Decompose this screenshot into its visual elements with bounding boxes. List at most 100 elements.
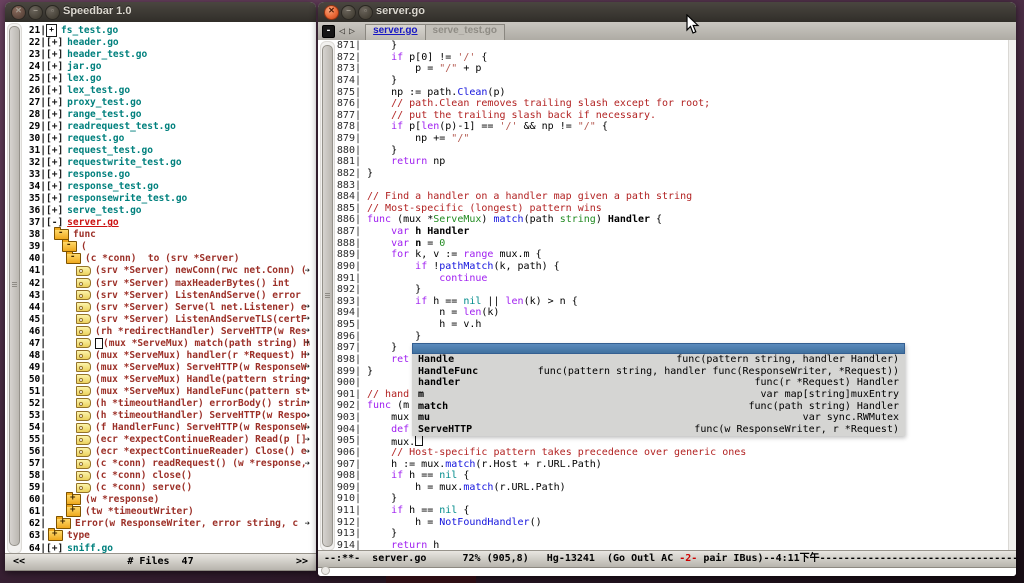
speedbar-entry[interactable]: 26|[+]lex_test.go — [22, 84, 310, 96]
autocomplete-candidate[interactable]: mvar map[string]muxEntry — [412, 389, 905, 401]
speedbar-entry-label[interactable]: (mux *ServeMux) ServeHTTP(w ResponseW — [95, 362, 307, 373]
speedbar-entry[interactable]: 30|[+]request.go — [22, 132, 310, 144]
code-line[interactable]: 872| if p[0] != '/' { — [335, 52, 1008, 64]
code-line[interactable]: 878| if p[len(p)-1] == '/' && np != "/" … — [335, 121, 1008, 133]
speedbar-entry-label[interactable]: sniff.go — [67, 543, 113, 554]
code-line[interactable]: 888| var n = 0 — [335, 238, 1008, 250]
code-line[interactable]: 890| if !pathMatch(k, path) { — [335, 261, 1008, 273]
tab-minus-button[interactable]: - — [322, 25, 335, 38]
expand-icon[interactable]: [+] — [46, 205, 63, 216]
speedbar-entry[interactable]: 29|[+]readrequest_test.go — [22, 120, 310, 132]
speedbar-entry-label[interactable]: response_test.go — [67, 181, 159, 192]
autocomplete-selected-row[interactable] — [412, 343, 905, 355]
maximize-icon[interactable]: ▫ — [45, 5, 60, 20]
tag-icon[interactable] — [76, 398, 91, 408]
speedbar-scrollbar[interactable] — [7, 23, 22, 554]
expand-icon[interactable]: [+] — [46, 169, 63, 180]
speedbar-entry[interactable]: 53|(h *timeoutHandler) ServeHTTP(w Respo… — [22, 410, 310, 422]
speedbar-entry-label[interactable]: (rh *redirectHandler) ServeHTTP(w Res — [95, 326, 307, 337]
speedbar-entry-label[interactable]: request.go — [67, 133, 124, 144]
speedbar-entry-label[interactable]: ( — [81, 241, 87, 252]
speedbar-entry[interactable]: 25|[+]lex.go — [22, 72, 310, 84]
tag-icon[interactable] — [76, 326, 91, 336]
speedbar-titlebar[interactable]: ✕ − ▫ Speedbar 1.0 — [5, 2, 316, 23]
speedbar-entry[interactable]: 55|(ecr *expectContinueReader) Read(p []… — [22, 434, 310, 446]
speedbar-entry-label[interactable]: (mux *ServeMux) Handle(pattern string — [95, 374, 307, 385]
code-line[interactable]: 895| h = v.h — [335, 319, 1008, 331]
code-line[interactable]: 911| if h == nil { — [335, 505, 1008, 517]
tab-serve-test-go[interactable]: serve_test.go — [426, 24, 505, 41]
speedbar-entry-label[interactable]: (ecr *expectContinueReader) Read(p [] — [95, 434, 307, 445]
expand-icon[interactable]: [+] — [46, 121, 63, 132]
code-line[interactable]: 880| } — [335, 145, 1008, 157]
speedbar-entry[interactable]: 63|+type — [22, 530, 310, 542]
code-line[interactable]: 905| mux. — [335, 435, 1008, 447]
minimize-icon[interactable]: − — [28, 5, 43, 20]
code-line[interactable]: 896| } — [335, 331, 1008, 343]
autocomplete-candidate[interactable]: handlerfunc(r *Request) Handler — [412, 377, 905, 389]
code-line[interactable]: 910| } — [335, 493, 1008, 505]
speedbar-entry[interactable]: 36|[+]serve_test.go — [22, 205, 310, 217]
speedbar-entry[interactable]: 42|(srv *Server) maxHeaderBytes() int — [22, 277, 310, 289]
speedbar-scroll-right[interactable]: >> — [296, 554, 308, 570]
speedbar-entry-label[interactable]: (srv *Server) ListenAndServeTLS(certF — [95, 314, 307, 325]
code-line[interactable]: 876| // path.Clean removes trailing slas… — [335, 98, 1008, 110]
tag-icon[interactable] — [76, 314, 91, 324]
tab-server-go[interactable]: server.go — [365, 24, 425, 41]
speedbar-entry[interactable]: 45|(srv *Server) ListenAndServeTLS(certF… — [22, 313, 310, 325]
speedbar-entry-label[interactable]: (srv *Server) ListenAndServe() error — [95, 290, 301, 301]
expand-icon[interactable]: [+] — [46, 49, 63, 60]
speedbar-entry-label[interactable]: (f HandlerFunc) ServeHTTP(w ResponseW — [95, 422, 307, 433]
code-line[interactable]: 877| // put the trailing slash back if n… — [335, 110, 1008, 122]
speedbar-entry-label[interactable]: (mux *ServeMux) match(path string) Ha — [103, 338, 310, 349]
tag-icon[interactable] — [76, 447, 91, 457]
folder-plus-icon[interactable]: + — [56, 518, 71, 529]
code-line[interactable]: 907| h := mux.match(r.Host + r.URL.Path) — [335, 459, 1008, 471]
speedbar-entry[interactable]: 34|[+]response_test.go — [22, 181, 310, 193]
tag-icon[interactable] — [76, 374, 91, 384]
speedbar-entry-label[interactable]: (h *timeoutHandler) errorBody() strin — [95, 398, 307, 409]
speedbar-entry[interactable]: 32|[+]requestwrite_test.go — [22, 157, 310, 169]
tag-icon[interactable] — [76, 266, 91, 276]
expand-icon[interactable]: [+] — [46, 61, 63, 72]
code-line[interactable]: 879| np += "/" — [335, 133, 1008, 145]
tag-icon[interactable] — [76, 290, 91, 300]
expand-icon[interactable]: [+] — [46, 85, 63, 96]
code-line[interactable]: 912| h = NotFoundHandler() — [335, 517, 1008, 529]
maximize-icon[interactable]: ▫ — [358, 5, 373, 20]
expand-icon[interactable]: [+] — [46, 37, 63, 48]
speedbar-entry-label[interactable]: Error(w ResponseWriter, error string, c — [75, 518, 298, 529]
speedbar-entry-label[interactable]: (w *response) — [85, 494, 159, 505]
close-icon[interactable]: ✕ — [11, 5, 26, 20]
code-line[interactable]: 884|// Find a handler on a handler map g… — [335, 191, 1008, 203]
code-line[interactable]: 874| } — [335, 75, 1008, 87]
autocomplete-candidate[interactable]: ServeHTTPfunc(w ResponseWriter, r *Reque… — [412, 424, 905, 436]
speedbar-entry-label[interactable]: func — [73, 229, 96, 240]
speedbar-entry[interactable]: 35|[+]responsewrite_test.go — [22, 193, 310, 205]
speedbar-entry-label[interactable]: fs_test.go — [61, 25, 118, 36]
speedbar-scrollbar-thumb[interactable] — [9, 26, 20, 546]
tag-icon[interactable] — [76, 386, 91, 396]
code-line[interactable]: 873| p = "/" + p — [335, 63, 1008, 75]
tag-icon[interactable] — [76, 423, 91, 433]
tab-next-icon[interactable]: ▷ — [349, 26, 355, 37]
code-line[interactable]: 891| continue — [335, 273, 1008, 285]
code-line[interactable]: 906| // Host-specific pattern takes prec… — [335, 447, 1008, 459]
speedbar-entry-label[interactable]: (c *conn) readRequest() (w *response, — [95, 458, 307, 469]
document-plus-icon[interactable]: + — [46, 24, 57, 37]
autocomplete-candidate[interactable]: HandleFuncfunc(pattern string, handler f… — [412, 366, 905, 378]
autocomplete-candidate[interactable]: Handlefunc(pattern string, handler Handl… — [412, 354, 905, 366]
editor-body[interactable]: 871| }872| if p[0] != '/' {873| p = "/" … — [318, 40, 1016, 552]
speedbar-entry[interactable]: 51|(mux *ServeMux) HandleFunc(pattern st… — [22, 385, 310, 397]
code-line[interactable]: 882|} — [335, 168, 1008, 180]
speedbar-entry-label[interactable]: (h *timeoutHandler) ServeHTTP(w Respo — [95, 410, 307, 421]
folder-open-icon[interactable]: - — [66, 253, 81, 264]
code-line[interactable]: 886|func (mux *ServeMux) match(path stri… — [335, 214, 1008, 226]
speedbar-entry-label[interactable]: server.go — [67, 217, 118, 228]
code-line[interactable]: 883| — [335, 180, 1008, 192]
speedbar-entry-label[interactable]: response.go — [67, 169, 130, 180]
speedbar-entry[interactable]: 21|+fs_test.go — [22, 24, 310, 36]
speedbar-entry[interactable]: 41|(srv *Server) newConn(rwc net.Conn) (… — [22, 265, 310, 277]
speedbar-entry-label[interactable]: serve_test.go — [67, 205, 141, 216]
speedbar-entry[interactable]: 33|[+]response.go — [22, 169, 310, 181]
